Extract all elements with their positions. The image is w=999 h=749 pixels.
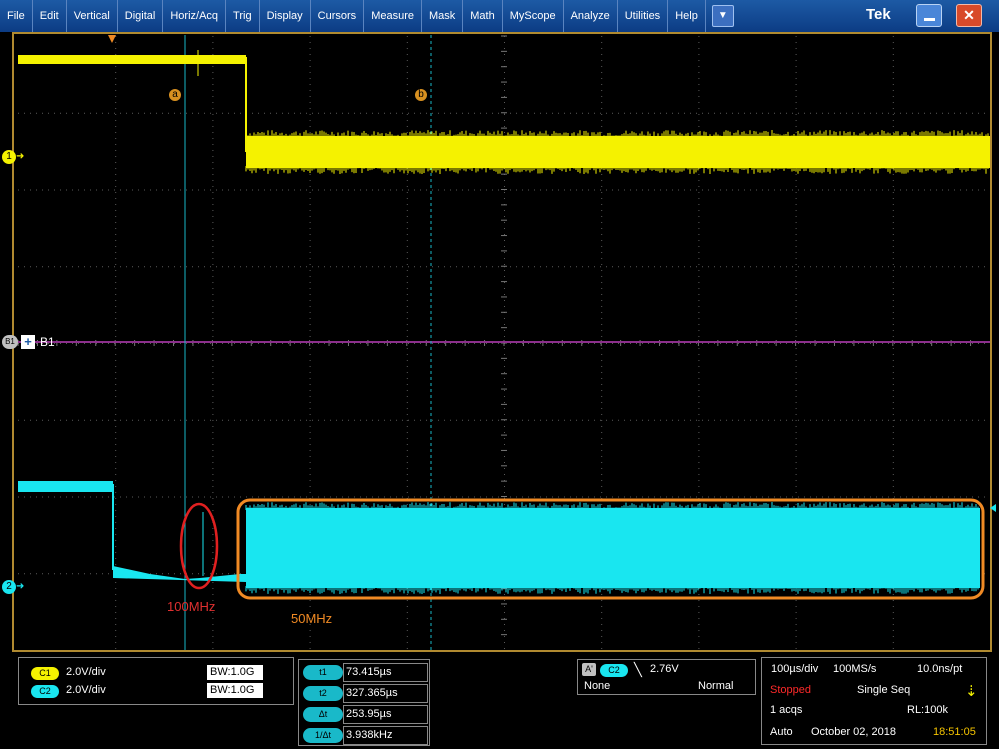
ch1-marker[interactable]: 1 [2,150,16,164]
time: 18:51:05 [933,726,976,738]
bus-b1-label: B1 [40,335,55,349]
acq-seq: Single Seq [857,684,911,696]
trigger-a-chip: A' [582,663,596,676]
cursor-readout-panel: t1 73.415µs t2 327.365µs Δt 253.95µs 1/Δ… [298,659,430,746]
bus-plus-label: + [24,334,32,349]
acq-mode: Auto [770,726,793,738]
annotation-ellipse [179,502,219,590]
cursor-t1-chip: t1 [303,665,343,680]
trigger-source-chip: C2 [600,664,628,677]
ch2-marker[interactable]: 2 [2,580,16,594]
ch2-arrow-icon: ➜ [16,581,25,592]
ch2-trace [18,481,980,594]
falling-edge-icon: ╲ [634,662,642,677]
ch1-scale[interactable]: 2.0V/div [66,666,106,678]
acq-count: 1 acqs [770,704,803,716]
bus-marker-label: B1 [5,337,15,346]
acquisition-panel[interactable]: 100µs/div 100MS/s 10.0ns/pt Stopped Sing… [761,657,987,745]
ch2-scale[interactable]: 2.0V/div [66,684,106,696]
timebase: 100µs/div [771,663,819,675]
annotation-50mhz: 50MHz [291,611,333,626]
cursor-freq-chip: 1/Δt [303,728,343,743]
cursor-a-label[interactable]: a [169,89,181,101]
cursor-t2-value: 327.365µs [343,684,428,703]
sample-rate: 100MS/s [833,663,877,675]
trigger-position-icon[interactable] [108,35,116,43]
cursor-t1-value: 73.415µs [343,663,428,682]
trigger-panel[interactable]: A' C2 ╲ 2.76V None Normal [577,659,756,695]
cursor-delta-chip: Δt [303,707,343,722]
ch1-bandwidth[interactable]: BW:1.0G [207,665,263,680]
record-length: RL:100k [907,704,948,716]
ch1-trace [18,50,990,174]
ch1-arrow-icon: ➜ [16,151,25,162]
bus-b1-marker[interactable]: B1 [2,335,18,349]
acq-state: Stopped [770,684,811,696]
ch2-chip[interactable]: C2 [31,685,59,698]
cursor-freq-value: 3.938kHz [343,726,428,745]
cursor-delta-value: 253.95µs [343,705,428,724]
ch1-marker-label: 1 [6,151,12,162]
bus-plus-icon[interactable]: + [21,335,35,349]
trigger-level: 2.76V [650,663,679,675]
ch2-marker-label: 2 [6,581,12,592]
trigger-coupling: None [584,680,611,692]
cursor-t2-chip: t2 [303,686,343,701]
annotation-100mhz: 100MHz [167,599,216,614]
channel-settings-panel: C1 2.0V/div BW:1.0G C2 2.0V/div BW:1.0G [18,657,294,705]
date: October 02, 2018 [811,726,897,738]
trigger-mode: Normal [698,680,734,692]
cursor-b-label[interactable]: b [415,89,427,101]
resolution: 10.0ns/pt [917,663,963,675]
ch1-chip[interactable]: C1 [31,667,59,680]
waveform-display[interactable] [0,0,999,655]
ch2-bandwidth[interactable]: BW:1.0G [207,683,263,698]
trigger-indicator-icon: ⇣ [965,683,978,700]
